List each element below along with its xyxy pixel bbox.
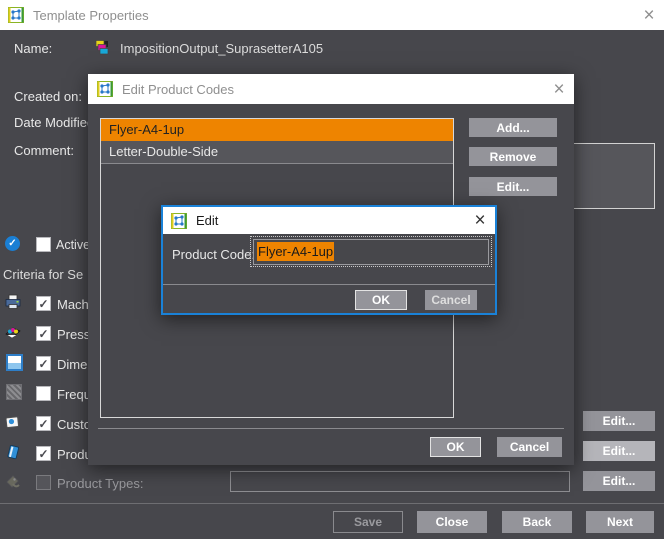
product-icon [5,444,21,460]
customer-label: Custo [57,417,91,432]
product-code-input[interactable]: Flyer-A4-1up [253,239,489,265]
epc-divider [98,428,564,429]
product-codes-checkbox[interactable] [36,446,51,461]
product-code-field-focus-ring: Flyer-A4-1up [250,236,492,267]
criteria-heading: Criteria for Se [3,267,83,282]
dimension-icon [6,354,22,370]
press-checkbox[interactable] [36,326,51,341]
main-titlebar: Template Properties × [0,0,664,30]
list-item[interactable]: Letter-Double-Side [101,141,453,164]
add-button[interactable]: Add... [469,118,557,137]
edit-product-codes-button[interactable]: Edit... [583,441,655,461]
active-checkbox[interactable] [36,237,51,252]
edit-button[interactable]: Edit... [469,177,557,196]
epc-titlebar: Edit Product Codes × [88,74,574,104]
template-app-icon [8,7,24,23]
selected-text: Flyer-A4-1up [257,242,334,261]
product-code-label: Product Code: [172,247,255,262]
template-app-icon [171,213,187,229]
product-types-checkbox[interactable] [36,475,51,490]
edit-cancel-button[interactable]: Cancel [425,290,477,310]
next-button[interactable]: Next [586,511,654,533]
template-app-icon [97,81,113,97]
footer-divider [0,503,664,504]
edit-customers-button[interactable]: Edit... [583,411,655,431]
edit-titlebar: Edit × [163,207,495,234]
edit-divider [163,284,495,285]
list-item-selected[interactable]: Flyer-A4-1up [101,119,453,141]
machine-label: Machi [57,297,92,312]
window-title: Template Properties [33,8,149,23]
back-button[interactable]: Back [502,511,572,533]
active-status-icon: ✓ [5,236,20,251]
product-types-icon [5,474,21,490]
edit-product-types-button[interactable]: Edit... [583,471,655,491]
product-types-label: Product Types: [57,476,143,491]
epc-cancel-button[interactable]: Cancel [497,437,562,457]
edit-dialog-title: Edit [196,213,218,228]
close-button[interactable]: Close [417,511,487,533]
template-properties-window: Template Properties × Name: ImpositionOu… [0,0,664,539]
machine-checkbox[interactable] [36,296,51,311]
press-icon [5,324,21,340]
edit-close-icon[interactable]: × [465,211,495,230]
customer-icon [5,414,21,430]
date-modified-label: Date Modified: [14,115,98,130]
dimension-checkbox[interactable] [36,356,51,371]
frequency-checkbox[interactable] [36,386,51,401]
name-value: ImpositionOutput_SuprasetterA105 [120,41,323,56]
created-on-label: Created on: [14,89,82,104]
machine-icon [5,294,21,310]
close-icon[interactable]: × [634,6,664,25]
save-button[interactable]: Save [333,511,403,533]
epc-close-icon[interactable]: × [544,80,574,99]
customer-checkbox[interactable] [36,416,51,431]
cmyk-separations-icon [94,39,110,55]
epc-ok-button[interactable]: OK [430,437,481,457]
product-types-input[interactable] [230,471,570,492]
comment-label: Comment: [14,143,74,158]
edit-ok-button[interactable]: OK [355,290,407,310]
remove-button[interactable]: Remove [469,147,557,166]
epc-dialog-title: Edit Product Codes [122,82,234,97]
active-label: Active [56,238,90,252]
frequency-icon [6,384,22,400]
product-codes-label: Produ [57,447,92,462]
edit-dialog: Edit × Product Code: Flyer-A4-1up OK Can… [161,205,497,315]
name-label: Name: [14,41,52,56]
